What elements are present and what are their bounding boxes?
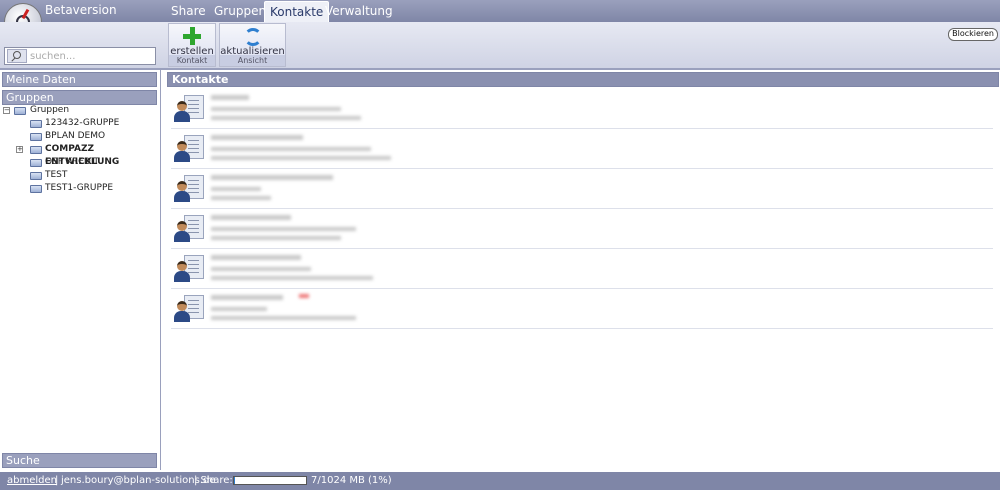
section-suche[interactable]: Suche xyxy=(2,453,157,468)
search-icon[interactable] xyxy=(7,49,27,63)
contact-card-icon xyxy=(172,293,204,325)
folder-icon xyxy=(30,120,42,128)
tree-item-label: BPLAN DEMO xyxy=(45,131,106,141)
contact-card-icon xyxy=(172,173,204,205)
sidebar: Meine Daten Gruppen − Gruppen 123432-GRU… xyxy=(0,70,161,470)
refresh-button-group: Ansicht xyxy=(220,55,285,66)
folder-icon xyxy=(30,133,42,141)
folder-icon xyxy=(14,107,26,115)
folder-icon xyxy=(30,159,42,167)
folder-icon xyxy=(30,185,42,193)
search-box xyxy=(4,47,156,65)
expand-icon[interactable]: + xyxy=(16,146,23,153)
share-usage-text: 7/1024 MB (1%) xyxy=(311,475,392,486)
plus-icon xyxy=(183,27,201,45)
footer-separator: | xyxy=(55,475,59,486)
tree-item-label: TEST xyxy=(45,170,68,180)
user-email: jens.boury@bplan-solutions.de xyxy=(61,475,216,486)
folder-icon xyxy=(30,146,42,154)
tree-item[interactable]: OSP KREDIT xyxy=(2,156,158,169)
contacts-title: Kontakte xyxy=(167,72,999,87)
search-input[interactable] xyxy=(30,49,152,63)
section-meine-daten[interactable]: Meine Daten xyxy=(2,72,157,87)
logout-link[interactable]: abmelden xyxy=(7,472,57,490)
tree-item[interactable]: 123432-GRUPPE xyxy=(2,117,158,130)
contact-row[interactable] xyxy=(171,290,993,329)
share-label: | Share: xyxy=(194,475,233,486)
folder-icon xyxy=(30,172,42,180)
contact-row[interactable] xyxy=(171,250,993,289)
section-gruppen[interactable]: Gruppen xyxy=(2,90,157,105)
tab-share[interactable]: Share xyxy=(166,1,211,22)
contact-row[interactable] xyxy=(171,90,993,129)
tree-item-label: OSP KREDIT xyxy=(45,157,100,167)
share-usage-bar xyxy=(233,476,307,485)
tree-item-label: TEST1-GRUPPE xyxy=(45,183,114,193)
contact-row[interactable] xyxy=(171,170,993,209)
status-flag-icon xyxy=(299,294,309,298)
tree-item[interactable]: BPLAN DEMO xyxy=(2,130,158,143)
tree-item[interactable]: TEST xyxy=(2,169,158,182)
app-name: Betaversion xyxy=(45,3,117,17)
contact-card-icon xyxy=(172,93,204,125)
tree-root[interactable]: − Gruppen xyxy=(2,104,158,117)
contact-row[interactable] xyxy=(171,210,993,249)
create-contact-button[interactable]: erstellen Kontakt xyxy=(168,23,216,67)
tree-root-label: Gruppen xyxy=(30,105,70,115)
tab-verwaltung[interactable]: Verwaltung xyxy=(320,1,398,22)
contact-card-icon xyxy=(172,213,204,245)
tree-item[interactable]: TEST1-GRUPPE xyxy=(2,182,158,195)
tree-item[interactable]: + COMPAZZ ENTWICKLUNG xyxy=(2,143,158,167)
group-tree: − Gruppen 123432-GRUPPE BPLAN DEMO + COM… xyxy=(2,104,158,195)
create-button-group: Kontakt xyxy=(169,55,215,66)
contact-card-icon xyxy=(172,253,204,285)
refresh-icon xyxy=(243,28,262,46)
contacts-panel: Kontakte xyxy=(161,70,1000,470)
status-bar: abmelden | jens.boury@bplan-solutions.de… xyxy=(0,472,1000,490)
tree-item-label: 123432-GRUPPE xyxy=(45,118,120,128)
contact-row[interactable] xyxy=(171,130,993,169)
top-bar: Betaversion Share Gruppen Kontakte Verwa… xyxy=(0,0,1000,41)
refresh-view-button[interactable]: aktualisieren Ansicht xyxy=(219,23,286,67)
collapse-icon[interactable]: − xyxy=(3,107,10,114)
tab-gruppen[interactable]: Gruppen xyxy=(209,1,271,22)
block-button[interactable]: Blockieren xyxy=(948,28,998,41)
contact-card-icon xyxy=(172,133,204,165)
